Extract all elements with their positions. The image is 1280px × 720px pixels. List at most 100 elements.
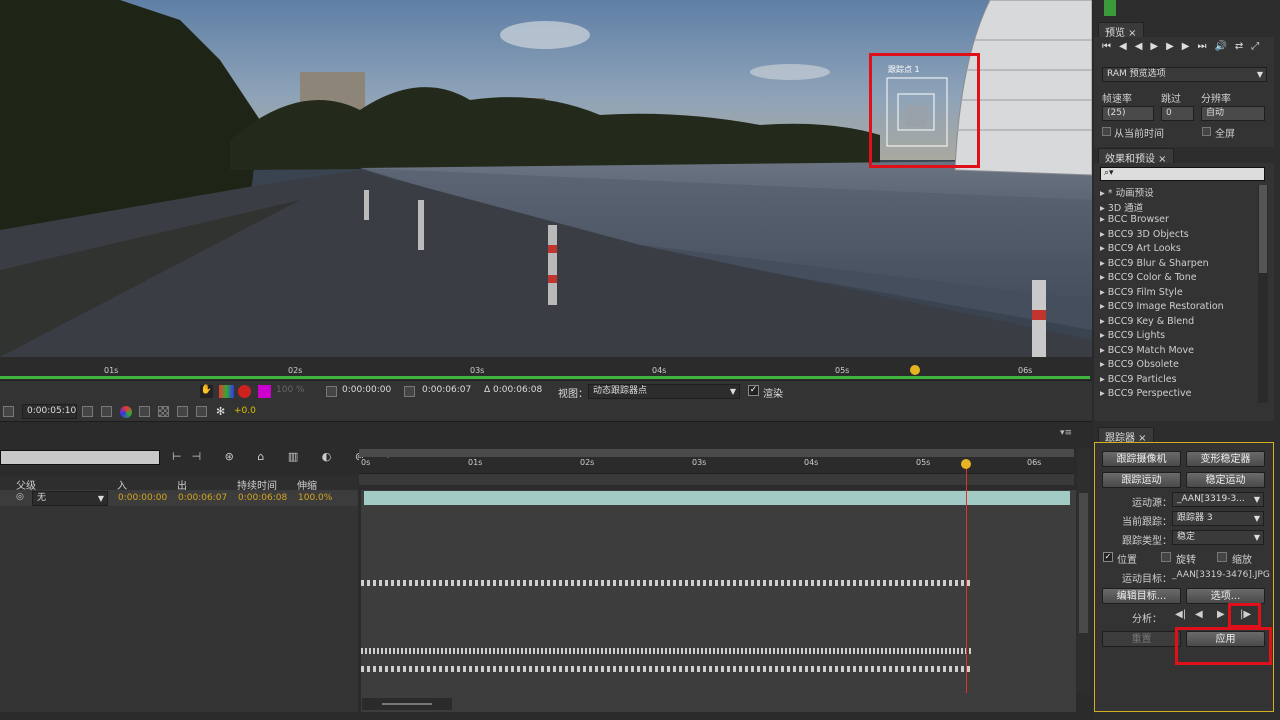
playhead-handle-icon[interactable] xyxy=(961,459,971,469)
fullscreen-checkbox[interactable] xyxy=(1202,127,1211,136)
list-item[interactable]: ▸ BCC9 Color & Tone xyxy=(1100,272,1197,286)
edit-target-button[interactable]: 编辑目标... xyxy=(1102,588,1181,604)
show-snapshot-icon[interactable] xyxy=(101,406,112,417)
eye-icon[interactable]: ◎ xyxy=(16,492,24,502)
scrollbar-thumb[interactable] xyxy=(1079,493,1088,633)
layer-duration-bar[interactable] xyxy=(364,491,1070,505)
resolution-dropdown[interactable]: 自动 xyxy=(1201,106,1265,121)
composition-viewer[interactable]: 跟踪点 1 xyxy=(0,0,1092,357)
scrollbar-thumb[interactable] xyxy=(1259,185,1267,273)
exposure-value[interactable]: +0.0 xyxy=(234,406,256,416)
options-button[interactable]: 选项... xyxy=(1186,588,1265,604)
list-item[interactable]: ▸ BCC9 Lights xyxy=(1100,330,1165,344)
motion-blur-icon[interactable]: ✋ xyxy=(200,385,213,398)
chevron-down-icon: ▼ xyxy=(1253,533,1260,542)
effects-item-label: BCC9 Obsolete xyxy=(1107,359,1179,370)
current-time-field[interactable]: 0:00:05:10 xyxy=(22,404,77,419)
layer-stretch[interactable]: 100.0% xyxy=(298,493,332,503)
set-out-icon[interactable] xyxy=(404,386,415,397)
playback-controls[interactable]: ⏮◀◀▶▶▶⏭🔊⇄⤢ xyxy=(1102,41,1267,52)
color-channel-icon[interactable] xyxy=(120,406,132,418)
list-item[interactable]: ▸ * 动画预设 xyxy=(1100,185,1154,199)
list-item[interactable]: ▸ 3D 通道 xyxy=(1100,200,1143,214)
channels-icon[interactable] xyxy=(219,385,234,398)
skip-dropdown[interactable]: 0 xyxy=(1161,106,1194,121)
track-camera-button[interactable]: 跟踪摄像机 xyxy=(1102,451,1181,467)
tab-effects-presets[interactable]: 效果和预设 × xyxy=(1098,148,1174,165)
playhead-icon[interactable] xyxy=(910,365,920,375)
ruler-tick: 04s xyxy=(804,458,819,467)
analyze-forward-icon[interactable]: ▶ xyxy=(1217,609,1225,620)
track-motion-button[interactable]: 跟踪运动 xyxy=(1102,472,1181,488)
analyze-back-one-icon[interactable]: ◀| xyxy=(1175,609,1186,620)
zoom-percent[interactable]: 100 % xyxy=(276,385,305,395)
stabilize-motion-button[interactable]: 稳定运动 xyxy=(1186,472,1265,488)
list-item[interactable]: ▸ BCC9 Film Style xyxy=(1100,287,1183,301)
warp-stabilizer-button[interactable]: 变形稳定器 xyxy=(1186,451,1265,467)
camera-icon[interactable] xyxy=(82,406,93,417)
keyframe-row[interactable] xyxy=(361,580,973,586)
reset-button[interactable]: 重置 xyxy=(1102,631,1181,647)
exposure-icon[interactable]: ✻ xyxy=(216,405,225,418)
transparency-grid-icon[interactable] xyxy=(158,406,169,417)
timeline-menu-icon[interactable]: ▾≡ xyxy=(1060,428,1072,438)
list-item[interactable]: ▸ BCC9 Key & Blend xyxy=(1100,316,1194,330)
timeline-work-area[interactable] xyxy=(359,449,1074,457)
from-current-checkbox[interactable] xyxy=(1102,127,1111,136)
timeline-playhead[interactable] xyxy=(966,460,967,693)
chevron-down-icon: ▼ xyxy=(1256,70,1263,79)
view-dropdown[interactable]: 动态跟踪器点 ▼ xyxy=(588,384,740,399)
list-item[interactable]: ▸ BCC Browser xyxy=(1100,214,1169,228)
highlight-analyze-forward xyxy=(1228,603,1261,628)
layer-duration[interactable]: 0:00:06:08 xyxy=(238,493,287,503)
list-item[interactable]: ▸ BCC9 Perspective xyxy=(1100,388,1192,402)
list-item[interactable]: ▸ BCC9 Particles xyxy=(1100,374,1177,388)
list-item[interactable]: ▸ BCC9 Image Restoration xyxy=(1100,301,1224,315)
parent-dropdown[interactable]: 无 ▼ xyxy=(32,491,108,506)
motion-source-dropdown[interactable]: _AAN[3319-3... ▼ xyxy=(1172,492,1264,507)
keyframe-row[interactable] xyxy=(361,648,973,654)
layer-row[interactable]: ◎ 无 ▼ 0:00:00:00 0:00:06:07 0:00:06:08 10… xyxy=(0,490,358,506)
effects-search-input[interactable]: ⌕▾ xyxy=(1100,167,1265,181)
timeline-search-input[interactable] xyxy=(0,450,160,465)
track-area[interactable] xyxy=(361,490,1076,712)
list-item[interactable]: ▸ BCC9 Obsolete xyxy=(1100,359,1179,373)
snapshot-icon[interactable] xyxy=(238,385,251,398)
scale-checkbox[interactable] xyxy=(1217,552,1227,562)
track-type-dropdown[interactable]: 稳定 ▼ xyxy=(1172,530,1264,545)
zoom-slider[interactable] xyxy=(362,698,452,710)
motion-target-label: 运动目标： xyxy=(1122,574,1172,585)
analyze-backward-icon[interactable]: ◀ xyxy=(1195,609,1203,620)
time-end: 0:00:06:07 xyxy=(422,385,472,395)
layer-out[interactable]: 0:00:06:07 xyxy=(178,493,227,503)
position-checkbox[interactable]: ✓ xyxy=(1103,552,1113,562)
chevron-down-icon: ▼ xyxy=(729,387,736,396)
keyframe-row[interactable] xyxy=(361,666,973,672)
list-item[interactable]: ▸ BCC9 Match Move xyxy=(1100,345,1194,359)
scale-label: 缩放 xyxy=(1232,555,1252,566)
layer-in[interactable]: 0:00:00:00 xyxy=(118,493,167,503)
render-checkbox[interactable]: ✓ xyxy=(748,385,759,396)
fps-dropdown[interactable]: (25) xyxy=(1102,106,1154,121)
current-track-dropdown[interactable]: 跟踪器 3 ▼ xyxy=(1172,511,1264,526)
region-of-interest-icon[interactable] xyxy=(139,406,150,417)
set-in-icon[interactable] xyxy=(326,386,337,397)
tab-preview[interactable]: 预览 × xyxy=(1098,22,1144,39)
rotation-checkbox[interactable] xyxy=(1161,552,1171,562)
region-icon[interactable] xyxy=(3,406,14,417)
3d-view-icon[interactable] xyxy=(196,406,207,417)
color-swatch[interactable] xyxy=(258,385,271,398)
list-item[interactable]: ▸ BCC9 Art Looks xyxy=(1100,243,1181,257)
layout-icon[interactable] xyxy=(177,406,188,417)
timeline-scrollbar[interactable] xyxy=(1077,448,1090,693)
tab-tracker[interactable]: 跟踪器 × xyxy=(1098,427,1154,444)
list-item[interactable]: ▸ BCC9 Blur & Sharpen xyxy=(1100,258,1209,272)
ram-options-dropdown[interactable]: RAM 预览选项 ▼ xyxy=(1102,67,1267,82)
ruler-tick: 06s xyxy=(1027,458,1042,467)
fps-label: 帧速率 xyxy=(1102,94,1132,105)
effects-scrollbar[interactable] xyxy=(1258,185,1268,403)
work-area-bar[interactable] xyxy=(0,376,1090,379)
list-item[interactable]: ▸ BCC9 3D Objects xyxy=(1100,229,1189,243)
ruler-tick: 03s xyxy=(692,458,707,467)
viewer-time-ruler[interactable]: 01s 02s 03s 04s 05s 06s xyxy=(0,357,1092,380)
